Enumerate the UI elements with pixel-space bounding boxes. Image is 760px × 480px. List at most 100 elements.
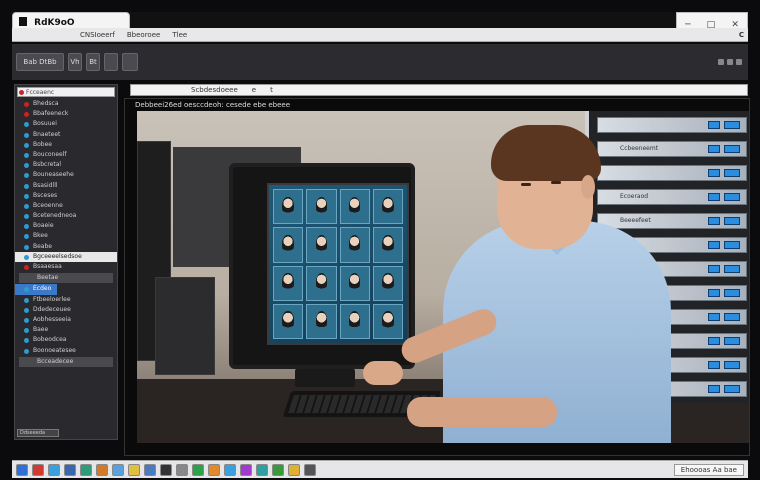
sidebar-item-label: Bouneaseehe — [33, 171, 74, 179]
sidebar-item[interactable]: Aobhesseeia — [15, 315, 117, 325]
sidebar-item-label: Bbafeeneck — [33, 110, 69, 118]
sidebar-item[interactable]: Bsasidlll — [15, 181, 117, 191]
toolbar-button-view[interactable]: Vh — [68, 53, 82, 71]
sidebar-item[interactable]: Bouconeelf — [15, 150, 117, 160]
rack-unit: Ecoeraod — [597, 189, 747, 205]
bullet-icon — [24, 214, 29, 220]
sidebar-item-label: Ftbeeloerlee — [33, 295, 71, 303]
drive-icon[interactable] — [224, 463, 236, 476]
status-led-icon — [708, 361, 720, 369]
settings-icon[interactable] — [176, 463, 188, 476]
toolbar-dot-icon[interactable] — [736, 59, 742, 65]
sidebar-item[interactable]: Bsceses — [15, 191, 117, 201]
toolbar-button-edit[interactable]: Bt — [86, 53, 100, 71]
sidebar-item[interactable]: Bsbcretal — [15, 160, 117, 170]
status-led-icon — [708, 265, 720, 273]
bullet-icon — [24, 102, 29, 107]
monitor-screen — [267, 183, 409, 345]
bullet-icon — [24, 297, 29, 303]
toolbar-dot-icon[interactable] — [718, 59, 724, 65]
bullet-icon — [24, 203, 29, 209]
sidebar-item[interactable]: Bhedsca — [15, 99, 117, 109]
chat-icon[interactable] — [64, 463, 76, 476]
search-placeholder: Fcceaenc — [26, 89, 55, 96]
sidebar-search-input[interactable]: Fcceaenc — [17, 87, 115, 97]
browser-icon[interactable] — [48, 463, 60, 476]
sidebar-item[interactable]: Bouneaseehe — [15, 170, 117, 180]
calendar-icon[interactable] — [112, 463, 124, 476]
notes-icon[interactable] — [128, 463, 140, 476]
bullet-icon — [24, 173, 29, 179]
app-title: RdK9oO — [34, 18, 75, 28]
computer-tower — [155, 277, 215, 375]
photo-canvas[interactable]: CcbeeneemtEcoeraodBeeeefeetDceneekBonrne… — [137, 111, 749, 443]
terminal-icon[interactable] — [160, 463, 172, 476]
sidebar-item[interactable]: Bobeodcea — [15, 335, 117, 345]
menu-item-3[interactable]: Tlee — [170, 31, 189, 39]
bullet-icon — [24, 328, 29, 334]
store-icon[interactable] — [144, 463, 156, 476]
toolbar-button-extra[interactable] — [122, 53, 138, 71]
folder-icon[interactable] — [288, 463, 300, 476]
breadcrumb: Scbdesdoeee e t — [130, 84, 748, 96]
toolbar-dot-icon[interactable] — [727, 59, 733, 65]
status-led-icon — [724, 385, 740, 393]
mail-icon[interactable] — [32, 463, 44, 476]
sidebar-item-label: Bcceadecee — [37, 357, 74, 365]
music-icon[interactable] — [96, 463, 108, 476]
video-tile — [273, 189, 304, 225]
sidebar-item[interactable]: Bosuuei — [15, 119, 117, 129]
sidebar-item[interactable]: Baee — [15, 325, 117, 335]
refresh-button[interactable]: C — [739, 31, 744, 39]
status-led-icon — [708, 217, 720, 225]
sidebar-item[interactable]: Boaeie — [15, 221, 117, 231]
rack-unit-label: Ccbeeneemt — [620, 145, 659, 152]
taskbar-clock[interactable]: Ehoooas Aa bae — [673, 463, 744, 476]
sidebar-item[interactable]: Ecdeo — [15, 284, 57, 295]
sidebar-item[interactable]: Bobee — [15, 140, 117, 150]
bullet-icon — [24, 317, 29, 323]
sidebar-item[interactable]: Bsaaesaa — [15, 262, 117, 272]
sidebar-item[interactable]: Ddedeceuee — [15, 305, 117, 315]
media-icon[interactable] — [240, 463, 252, 476]
toolbar-button-main[interactable]: Bab DtBb — [16, 53, 64, 71]
weather-icon[interactable] — [208, 463, 220, 476]
menu-item-2[interactable]: Bbeoroee — [125, 31, 162, 39]
toolbar-button-tool[interactable] — [104, 53, 118, 71]
sidebar-item-label: Bosuuei — [33, 120, 57, 128]
photos-icon[interactable] — [80, 463, 92, 476]
person-ear — [581, 175, 595, 199]
bullet-icon — [24, 348, 29, 354]
sidebar-item[interactable]: Bnaeteet — [15, 130, 117, 140]
sidebar-item[interactable]: Bcceadecee — [19, 356, 113, 367]
breadcrumb-item[interactable]: t — [270, 86, 273, 94]
sidebar-item[interactable]: Bgceeeelsedsoe — [15, 251, 117, 262]
sidebar-item[interactable]: Beabe — [15, 242, 117, 252]
bullet-icon — [24, 244, 29, 250]
sidebar-item[interactable]: Beetae — [19, 273, 113, 284]
bullet-icon — [24, 142, 29, 148]
maps-icon[interactable] — [192, 463, 204, 476]
monitor — [229, 163, 415, 369]
sidebar-item[interactable]: Bcetenedneoa — [15, 211, 117, 221]
disc-icon[interactable] — [304, 463, 316, 476]
triangle-icon[interactable] — [272, 463, 284, 476]
toolbar-right-group — [718, 59, 742, 65]
status-led-icon — [724, 121, 740, 129]
sidebar-item[interactable]: Bbafeeneck — [15, 109, 117, 119]
sidebar-item[interactable]: Ftbeeloerlee — [15, 295, 117, 305]
bullet-icon — [24, 183, 29, 189]
person-eye — [551, 181, 561, 184]
sidebar-item[interactable]: Bceoenne — [15, 201, 117, 211]
video-tile — [306, 265, 337, 301]
sidebar-item[interactable]: Bkee — [15, 231, 117, 241]
app-icon[interactable] — [256, 463, 268, 476]
files-icon[interactable] — [16, 463, 28, 476]
status-led-icon — [724, 265, 740, 273]
breadcrumb-item[interactable]: e — [252, 86, 256, 94]
status-led-icon — [724, 289, 740, 297]
menu-item-1[interactable]: CNSIoeerf — [78, 31, 117, 39]
sidebar-item[interactable]: Boonoeatesee — [15, 346, 117, 356]
status-led-icon — [724, 361, 740, 369]
breadcrumb-item[interactable]: Scbdesdoeee — [191, 86, 238, 94]
